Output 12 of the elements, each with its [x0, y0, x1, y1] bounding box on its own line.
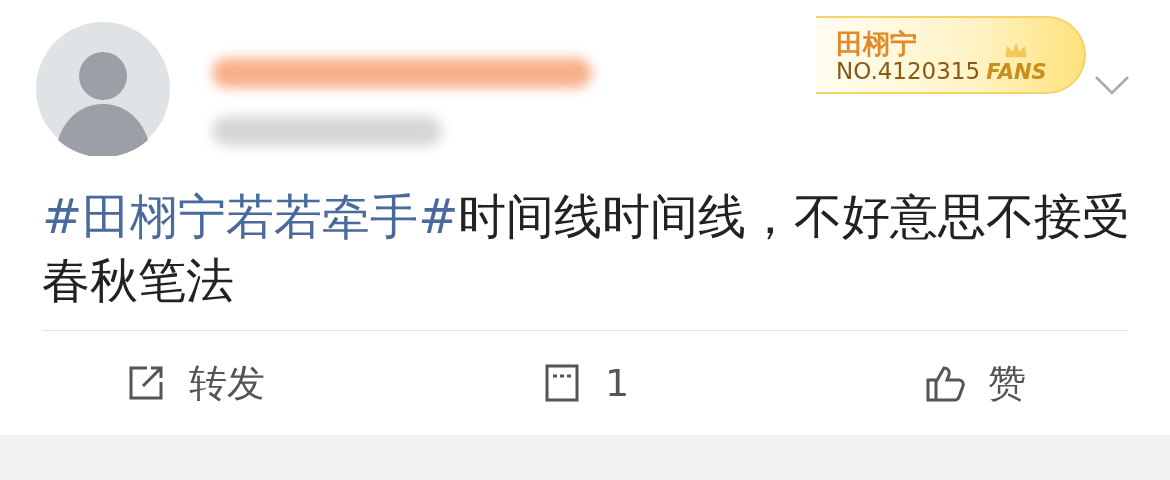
comment-button[interactable]: 1	[540, 361, 630, 405]
avatar[interactable]	[36, 22, 170, 156]
hashtag-link[interactable]: #田栩宁若若牵手#	[42, 188, 459, 244]
like-button[interactable]: 赞	[924, 357, 1026, 409]
fan-badge-number: NO.4120315	[836, 58, 981, 84]
fan-badge[interactable]: 田栩宁 NO.4120315 FANS	[816, 16, 1086, 94]
chevron-down-icon[interactable]	[1094, 74, 1130, 96]
fan-badge-tag: FANS	[986, 60, 1047, 84]
post-text: #田栩宁若若牵手#时间线时间线，不好意思不接受春秋笔法	[42, 187, 1132, 310]
fan-badge-name: 田栩宁	[836, 29, 917, 59]
repost-button[interactable]: 转发	[125, 357, 265, 409]
crown-icon	[1005, 42, 1028, 58]
